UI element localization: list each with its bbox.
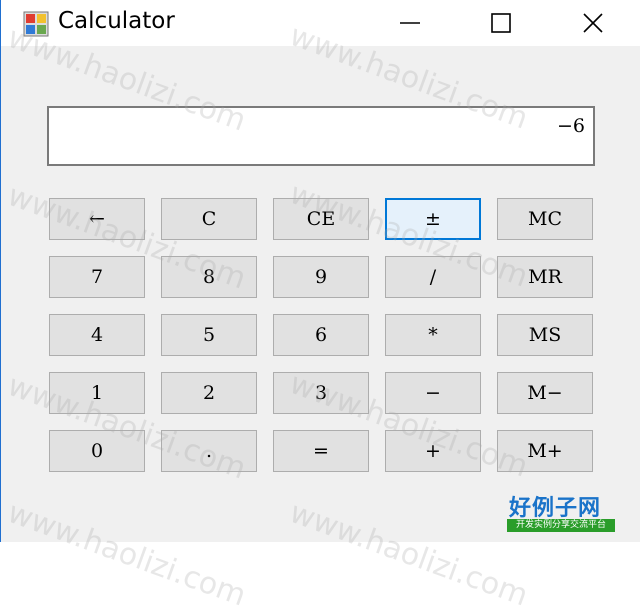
- memory-subtract-button[interactable]: M−: [497, 372, 593, 414]
- calculator-app-icon: [23, 11, 49, 37]
- watermark-text: www.haolizi.com: [285, 495, 533, 614]
- site-logo: 好例子网 开发实例分享交流平台: [507, 490, 615, 534]
- memory-store-button[interactable]: MS: [497, 314, 593, 356]
- title-bar[interactable]: Calculator: [1, 0, 640, 46]
- window-title: Calculator: [58, 8, 175, 34]
- maximize-icon: [491, 13, 511, 33]
- close-button[interactable]: [570, 0, 616, 46]
- digit-2-button[interactable]: 2: [161, 372, 257, 414]
- clear-button[interactable]: C: [161, 198, 257, 240]
- memory-recall-button[interactable]: MR: [497, 256, 593, 298]
- maximize-button[interactable]: [478, 0, 524, 46]
- decimal-point-button[interactable]: .: [161, 430, 257, 472]
- backspace-button[interactable]: ←: [49, 198, 145, 240]
- subtract-button[interactable]: −: [385, 372, 481, 414]
- memory-clear-button[interactable]: MC: [497, 198, 593, 240]
- memory-add-button[interactable]: M+: [497, 430, 593, 472]
- negate-button[interactable]: ±: [385, 198, 481, 240]
- digit-5-button[interactable]: 5: [161, 314, 257, 356]
- close-icon: [583, 13, 603, 33]
- minimize-icon: [400, 22, 420, 24]
- add-button[interactable]: +: [385, 430, 481, 472]
- clear-entry-button[interactable]: CE: [273, 198, 369, 240]
- digit-0-button[interactable]: 0: [49, 430, 145, 472]
- divide-button[interactable]: /: [385, 256, 481, 298]
- site-logo-subtitle: 开发实例分享交流平台: [507, 519, 615, 532]
- display-value: −6: [556, 115, 585, 137]
- site-logo-title: 好例子网: [509, 496, 602, 521]
- digit-3-button[interactable]: 3: [273, 372, 369, 414]
- digit-9-button[interactable]: 9: [273, 256, 369, 298]
- digit-7-button[interactable]: 7: [49, 256, 145, 298]
- calculator-window: Calculator −6 ← C CE ± MC 7 8 9 / MR 4 5 6 * MS 1 2 3− M− 0…: [0, 0, 640, 614]
- equals-button[interactable]: =: [273, 430, 369, 472]
- minimize-button[interactable]: [387, 0, 433, 46]
- digit-6-button[interactable]: 6: [273, 314, 369, 356]
- watermark-text: www.haolizi.com: [3, 495, 251, 614]
- digit-4-button[interactable]: 4: [49, 314, 145, 356]
- digit-1-button[interactable]: 1: [49, 372, 145, 414]
- result-display: −6: [47, 106, 595, 166]
- multiply-button[interactable]: *: [385, 314, 481, 356]
- digit-8-button[interactable]: 8: [161, 256, 257, 298]
